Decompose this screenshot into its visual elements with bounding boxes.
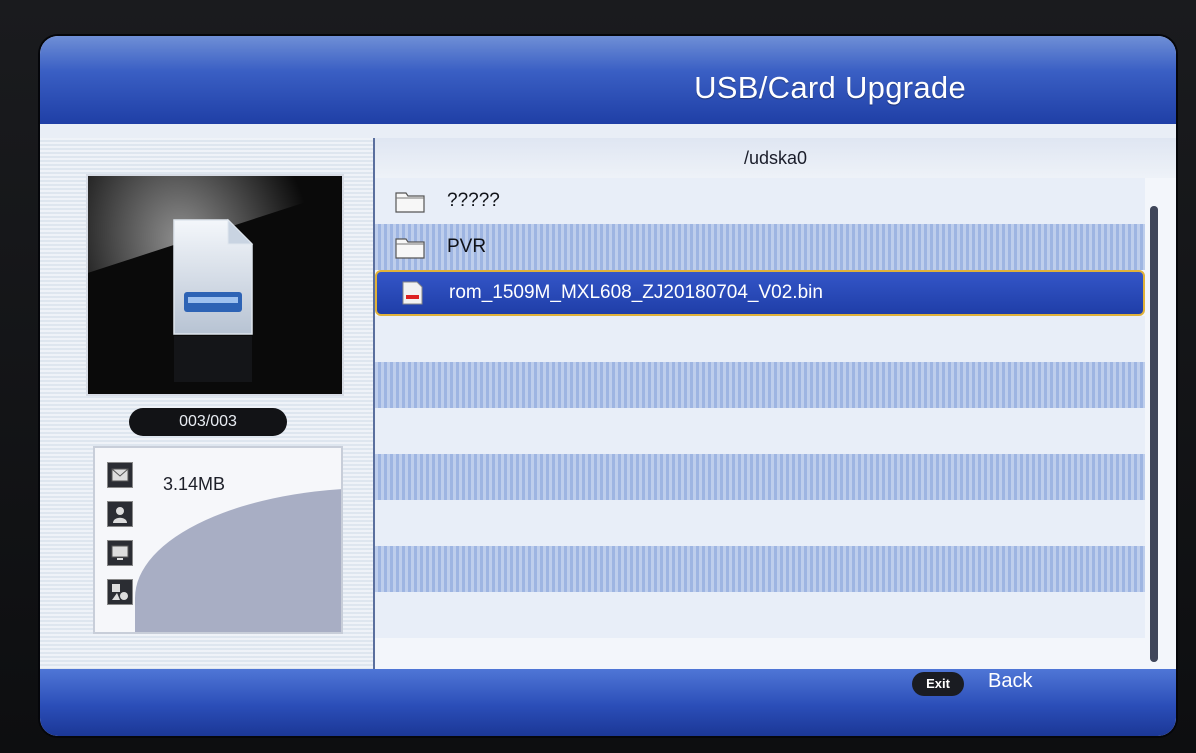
list-item-label: PVR (447, 236, 487, 257)
list-item-file-selected[interactable]: rom_1509M_MXL608_ZJ20180704_V02.bin (375, 270, 1145, 316)
back-label: Back (988, 670, 1033, 692)
file-icon (402, 281, 423, 305)
file-preview (86, 174, 344, 396)
file-info-panel: 3.14MB (93, 446, 343, 634)
list-item-folder[interactable]: ????? (375, 178, 1145, 224)
folder-icon (395, 238, 425, 259)
list-item-empty (375, 500, 1145, 546)
list-item-empty (375, 454, 1145, 500)
folder-icon (395, 192, 425, 213)
info-icon-column (107, 462, 133, 618)
person-icon (107, 501, 133, 527)
list-item-label: rom_1509M_MXL608_ZJ20180704_V02.bin (449, 282, 823, 303)
current-path: /udska0 (375, 138, 1176, 178)
envelope-icon (107, 462, 133, 488)
list-item-empty (375, 546, 1145, 592)
file-size: 3.14MB (163, 474, 226, 494)
list-item-empty (375, 592, 1145, 638)
list-scrollbar[interactable] (1150, 206, 1158, 662)
left-panel: 003/003 3.14MB (40, 138, 375, 669)
list-item-folder[interactable]: PVR (375, 224, 1145, 270)
file-browser: /udska0 ????? PVR rom_1509M_MXL608_ZJ201… (375, 138, 1176, 669)
usb-file-icon (173, 218, 254, 382)
header-bar: USB/Card Upgrade (40, 36, 1176, 124)
tv-screen: USB/Card Upgrade 003/003 3.14MB /udska0 … (40, 36, 1176, 736)
info-shade (135, 488, 341, 632)
monitor-icon (107, 540, 133, 566)
list-item-empty (375, 316, 1145, 362)
scrollbar-thumb[interactable] (1150, 206, 1158, 662)
exit-key-badge[interactable]: Exit (912, 672, 964, 696)
list-item-label: ????? (447, 190, 500, 211)
list-item-empty (375, 408, 1145, 454)
file-counter: 003/003 (129, 408, 287, 436)
list-item-empty (375, 362, 1145, 408)
page-title: USB/Card Upgrade (694, 70, 966, 105)
file-list: ????? PVR rom_1509M_MXL608_ZJ20180704_V0… (375, 178, 1145, 638)
shapes-icon (107, 579, 133, 605)
